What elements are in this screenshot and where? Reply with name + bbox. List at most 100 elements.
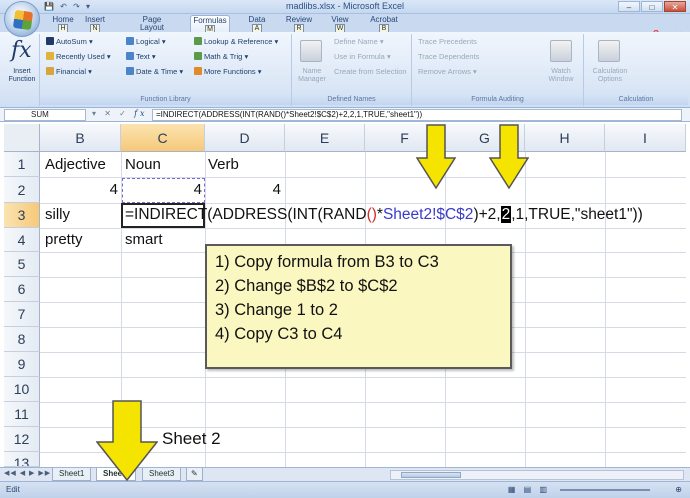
- date-time-button[interactable]: Date & Time ▾: [126, 67, 183, 76]
- down-arrow-icon: [96, 400, 158, 482]
- logical-button[interactable]: Logical ▾: [126, 37, 166, 46]
- name-manager-button[interactable]: Name Manager: [294, 68, 330, 84]
- tab-review[interactable]: Review R: [284, 15, 314, 33]
- calendar-icon: [126, 67, 134, 75]
- office-logo-icon: [12, 9, 34, 31]
- tab-data[interactable]: Data A: [245, 15, 269, 33]
- column-header-d[interactable]: D: [205, 124, 285, 152]
- coins-icon: [46, 67, 54, 75]
- column-header-i[interactable]: I: [605, 124, 686, 152]
- row-header-4[interactable]: 4: [4, 228, 40, 252]
- cell-c1[interactable]: Noun: [125, 155, 161, 175]
- formula-bar: SUM ▾ ✕ ✓ fx =INDIRECT(ADDRESS(INT(RAND(…: [0, 108, 690, 122]
- create-from-selection-button[interactable]: Create from Selection: [334, 67, 407, 76]
- window-title: madlibs.xlsx - Microsoft Excel: [285, 1, 405, 11]
- close-button[interactable]: ✕: [664, 1, 686, 12]
- column-header-c[interactable]: C: [121, 124, 205, 152]
- insert-function-button[interactable]: Insert Function: [4, 68, 40, 84]
- row-header-13[interactable]: 13: [4, 452, 40, 467]
- row-header-6[interactable]: 6: [4, 277, 40, 302]
- horizontal-scrollbar[interactable]: [390, 470, 684, 480]
- function-library-group: AutoSum ▾ Recently Used ▾ Financial ▾ Lo…: [40, 34, 292, 106]
- name-manager-icon: [300, 40, 322, 62]
- tab-insert[interactable]: Insert N: [80, 15, 110, 33]
- minimize-button[interactable]: –: [618, 1, 640, 12]
- sheet-2-annotation: Sheet 2: [162, 429, 221, 448]
- lookup-reference-button[interactable]: Lookup & Reference ▾: [194, 37, 278, 46]
- trace-precedents-button[interactable]: Trace Precedents: [418, 37, 477, 46]
- cell-b1[interactable]: Adjective: [45, 155, 106, 175]
- row-header-11[interactable]: 11: [4, 402, 40, 427]
- row-header-5[interactable]: 5: [4, 252, 40, 277]
- formula-input[interactable]: =INDIRECT(ADDRESS(INT(RAND()*Sheet2!$C$2…: [152, 109, 682, 121]
- sheet-tab-sheet1[interactable]: Sheet1: [52, 468, 92, 481]
- text-icon: [126, 52, 134, 60]
- ribbon-tabs: HomeH InsertN Page LayoutP FormulasM Dat…: [0, 14, 690, 41]
- name-box[interactable]: SUM: [4, 109, 86, 121]
- function-library-label: Function Library: [40, 95, 291, 105]
- row-header-10[interactable]: 10: [4, 377, 40, 402]
- cell-b2[interactable]: 4: [40, 180, 118, 200]
- row-header-8[interactable]: 8: [4, 327, 40, 352]
- financial-button[interactable]: Financial ▾: [46, 67, 92, 76]
- title-bar: 💾 ↶ ↷ ▾ madlibs.xlsx - Microsoft Excel –…: [0, 0, 690, 14]
- calculation-group: Calculation Options Calculation: [584, 34, 688, 106]
- row-header-12[interactable]: 12: [4, 427, 40, 452]
- gridline: [40, 377, 686, 378]
- watch-window-button[interactable]: Watch Window: [542, 68, 580, 84]
- column-header-b[interactable]: B: [40, 124, 121, 152]
- more-functions-button[interactable]: More Functions ▾: [194, 67, 262, 76]
- use-in-formula-button[interactable]: Use in Formula ▾: [334, 52, 391, 61]
- math-icon: [194, 52, 202, 60]
- zoom-slider[interactable]: [560, 489, 650, 491]
- view-buttons[interactable]: ▦ ▤ ▥: [508, 485, 550, 494]
- text-button[interactable]: Text ▾: [126, 52, 156, 61]
- cell-b4[interactable]: pretty: [45, 230, 83, 250]
- column-header-h[interactable]: H: [525, 124, 605, 152]
- recently-used-button[interactable]: Recently Used ▾: [46, 52, 111, 61]
- math-trig-button[interactable]: Math & Trig ▾: [194, 52, 248, 61]
- autosum-button[interactable]: AutoSum ▾: [46, 37, 93, 46]
- insert-sheet-icon[interactable]: ✎: [186, 468, 203, 481]
- tab-home[interactable]: Home H: [48, 15, 78, 33]
- calculation-options-button[interactable]: Calculation Options: [588, 68, 632, 84]
- cell-d2[interactable]: 4: [205, 180, 281, 200]
- in-cell-formula-editor[interactable]: =INDIRECT(ADDRESS(INT(RAND()*Sheet2!$C$2…: [125, 205, 643, 225]
- star-icon: [46, 52, 54, 60]
- fx-icon[interactable]: fx: [11, 38, 32, 63]
- window-controls: – □ ✕: [618, 1, 686, 12]
- gridline: [605, 152, 606, 467]
- select-all-corner[interactable]: [4, 124, 40, 152]
- remove-arrows-button[interactable]: Remove Arrows ▾: [418, 67, 477, 76]
- trace-dependents-button[interactable]: Trace Dependents: [418, 52, 479, 61]
- callout-step-4: 4) Copy C3 to C4: [215, 325, 343, 343]
- zoom-in-icon[interactable]: ⊕: [675, 485, 682, 494]
- row-header-7[interactable]: 7: [4, 302, 40, 327]
- tab-view[interactable]: View W: [328, 15, 352, 33]
- gridline: [40, 228, 686, 229]
- row-header-9[interactable]: 9: [4, 352, 40, 377]
- defined-names-label: Defined Names: [292, 95, 411, 105]
- cell-d1[interactable]: Verb: [208, 155, 239, 175]
- maximize-button[interactable]: □: [641, 1, 663, 12]
- row-header-2[interactable]: 2: [4, 177, 40, 203]
- logical-icon: [126, 37, 134, 45]
- row-header-1[interactable]: 1: [4, 152, 40, 177]
- watch-window-icon: [550, 40, 572, 62]
- cell-c4[interactable]: smart: [125, 230, 163, 250]
- tab-acrobat[interactable]: Acrobat B: [366, 15, 402, 33]
- cell-c2[interactable]: 4: [121, 180, 202, 200]
- down-arrow-icon: [489, 124, 529, 190]
- row-header-3[interactable]: 3: [4, 203, 40, 228]
- office-button[interactable]: [4, 1, 40, 37]
- tab-page-layout[interactable]: Page LayoutP: [130, 15, 174, 41]
- fx-icon[interactable]: fx: [134, 109, 147, 118]
- selected-argument: 2: [500, 206, 512, 223]
- tab-formulas[interactable]: Formulas M: [190, 15, 230, 34]
- scrollbar-thumb[interactable]: [401, 472, 461, 478]
- calculation-options-icon: [598, 40, 620, 62]
- cell-b3[interactable]: silly: [45, 205, 70, 225]
- define-name-button[interactable]: Define Name ▾: [334, 37, 384, 46]
- sheet-nav-arrows-icon[interactable]: ◀◀ ◀ ▶ ▶▶: [4, 469, 51, 477]
- column-header-e[interactable]: E: [285, 124, 365, 152]
